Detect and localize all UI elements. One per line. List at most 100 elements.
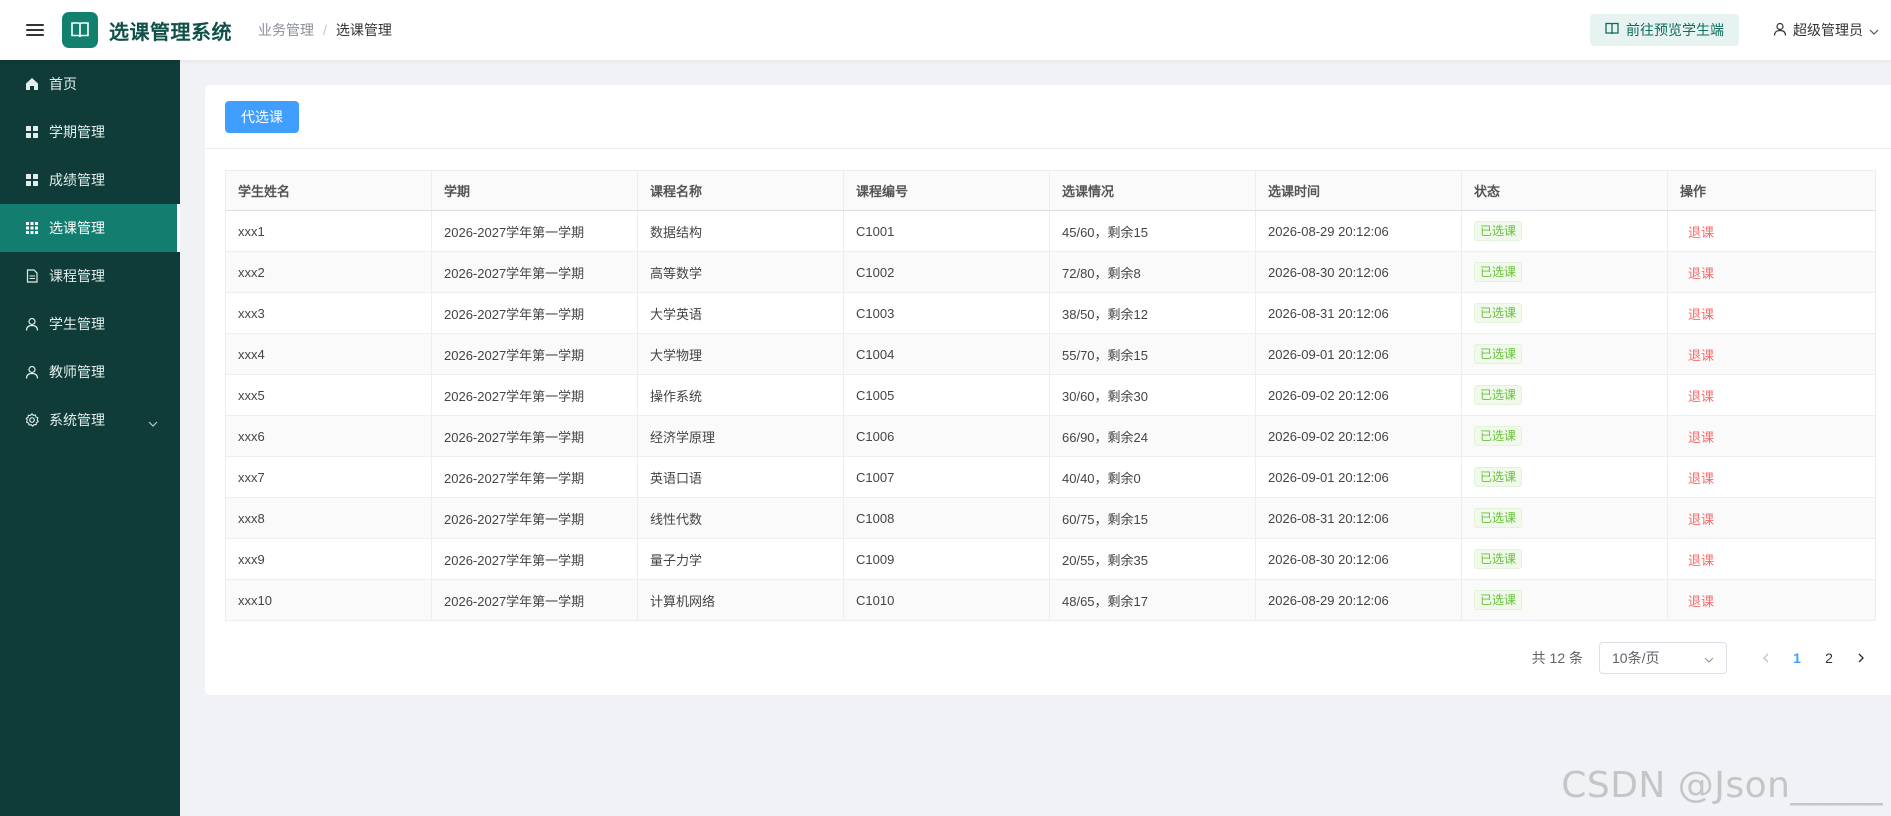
sidebar-item-label: 成绩管理 [49, 172, 105, 188]
drop-course-button[interactable]: 退课 [1688, 430, 1714, 445]
preview-student-button[interactable]: 前往预览学生端 [1590, 14, 1739, 46]
breadcrumb: 业务管理 / 选课管理 [258, 20, 392, 40]
action-cell: 退课 [1667, 456, 1876, 498]
selection-time-cell: 2026-08-30 20:12:06 [1255, 538, 1462, 580]
sidebar-item-label: 系统管理 [49, 412, 105, 428]
page-size-select[interactable]: 10条/页 [1599, 642, 1727, 674]
student-name-cell: xxx9 [225, 538, 432, 580]
prev-page-button[interactable] [1749, 642, 1781, 674]
chevron-down-icon [148, 414, 158, 430]
chevron-right-icon [1858, 653, 1864, 663]
status-badge: 已选课 [1474, 426, 1523, 446]
course-name-cell: 线性代数 [637, 497, 844, 539]
user-name: 超级管理员 [1793, 22, 1863, 38]
document-icon [24, 268, 40, 284]
breadcrumb-separator: / [323, 22, 327, 38]
term-cell: 2026-2027学年第一学期 [431, 497, 638, 539]
table-row: xxx6 2026-2027学年第一学期 经济学原理 C1006 66/90，剩余24 2… [225, 415, 1876, 457]
column-header: 课程名称 [637, 170, 844, 211]
sidebar-item-system[interactable]: 系统管理 [0, 396, 180, 444]
drop-course-button[interactable]: 退课 [1688, 471, 1714, 486]
course-code-cell: C1002 [843, 251, 1050, 293]
term-cell: 2026-2027学年第一学期 [431, 292, 638, 334]
apps-icon [24, 220, 40, 236]
sidebar: 首页 学期管理 成绩管理 选课管理 课程管理 学生管理 教师管理 系统管理 [0, 60, 180, 816]
enrollment-cell: 40/40，剩余0 [1049, 456, 1256, 498]
term-cell: 2026-2027学年第一学期 [431, 333, 638, 375]
course-name-cell: 计算机网络 [637, 579, 844, 621]
drop-course-button[interactable]: 退课 [1688, 348, 1714, 363]
column-header: 状态 [1461, 170, 1668, 211]
page-number-button[interactable]: 2 [1813, 642, 1845, 674]
next-page-button[interactable] [1845, 642, 1877, 674]
status-badge: 已选课 [1474, 303, 1523, 323]
course-code-cell: C1007 [843, 456, 1050, 498]
sidebar-item-teachers[interactable]: 教师管理 [0, 348, 180, 396]
drop-course-button[interactable]: 退课 [1688, 389, 1714, 404]
course-code-cell: C1001 [843, 210, 1050, 252]
status-cell: 已选课 [1461, 292, 1668, 334]
course-name-cell: 操作系统 [637, 374, 844, 416]
user-menu[interactable]: 超级管理员 [1773, 20, 1879, 40]
gear-icon [24, 412, 40, 428]
sidebar-item-course-selection[interactable]: 选课管理 [0, 204, 180, 252]
status-badge: 已选课 [1474, 549, 1523, 569]
drop-course-button[interactable]: 退课 [1688, 594, 1714, 609]
sidebar-item-label: 课程管理 [49, 268, 105, 284]
selection-time-cell: 2026-08-29 20:12:06 [1255, 210, 1462, 252]
status-badge: 已选课 [1474, 590, 1523, 610]
menu-toggle-icon[interactable] [26, 21, 44, 39]
status-badge: 已选课 [1474, 467, 1523, 487]
sidebar-item-grades[interactable]: 成绩管理 [0, 156, 180, 204]
drop-course-button[interactable]: 退课 [1688, 307, 1714, 322]
student-name-cell: xxx1 [225, 210, 432, 252]
grid-icon [24, 172, 40, 188]
status-badge: 已选课 [1474, 262, 1523, 282]
status-badge: 已选课 [1474, 508, 1523, 528]
breadcrumb-item[interactable]: 业务管理 [258, 20, 314, 40]
student-name-cell: xxx6 [225, 415, 432, 457]
selection-time-cell: 2026-08-31 20:12:06 [1255, 292, 1462, 334]
drop-course-button[interactable]: 退课 [1688, 553, 1714, 568]
enrollment-cell: 30/60，剩余30 [1049, 374, 1256, 416]
book-logo-icon [62, 12, 98, 48]
selection-time-cell: 2026-09-02 20:12:06 [1255, 415, 1462, 457]
sidebar-item-term[interactable]: 学期管理 [0, 108, 180, 156]
drop-course-button[interactable]: 退课 [1688, 512, 1714, 527]
term-cell: 2026-2027学年第一学期 [431, 538, 638, 580]
drop-course-button[interactable]: 退课 [1688, 225, 1714, 240]
sidebar-item-courses[interactable]: 课程管理 [0, 252, 180, 300]
enrollment-cell: 20/55，剩余35 [1049, 538, 1256, 580]
pagination-total: 共 12 条 [1531, 650, 1583, 666]
sidebar-item-label: 选课管理 [49, 220, 105, 236]
enrollment-cell: 55/70，剩余15 [1049, 333, 1256, 375]
term-cell: 2026-2027学年第一学期 [431, 579, 638, 621]
course-code-cell: C1003 [843, 292, 1050, 334]
status-badge: 已选课 [1474, 385, 1523, 405]
proxy-select-button[interactable]: 代选课 [225, 100, 299, 133]
chevron-down-icon [1704, 650, 1714, 666]
enrollment-cell: 72/80，剩余8 [1049, 251, 1256, 293]
action-cell: 退课 [1667, 210, 1876, 252]
term-cell: 2026-2027学年第一学期 [431, 251, 638, 293]
breadcrumb-current: 选课管理 [335, 22, 392, 38]
course-code-cell: C1009 [843, 538, 1050, 580]
grid-icon [24, 124, 40, 140]
student-name-cell: xxx10 [225, 579, 432, 621]
sidebar-item-home[interactable]: 首页 [0, 60, 180, 108]
column-header: 选课时间 [1255, 170, 1462, 211]
term-cell: 2026-2027学年第一学期 [431, 456, 638, 498]
enrollment-cell: 45/60，剩余15 [1049, 210, 1256, 252]
sidebar-item-students[interactable]: 学生管理 [0, 300, 180, 348]
action-cell: 退课 [1667, 497, 1876, 539]
course-code-cell: C1008 [843, 497, 1050, 539]
action-cell: 退课 [1667, 579, 1876, 621]
header-actions: 前往预览学生端 超级管理员 [1590, 14, 1891, 46]
drop-course-button[interactable]: 退课 [1688, 266, 1714, 281]
status-cell: 已选课 [1461, 374, 1668, 416]
page-number-button[interactable]: 1 [1781, 642, 1813, 674]
status-badge: 已选课 [1474, 344, 1523, 364]
student-name-cell: xxx7 [225, 456, 432, 498]
status-cell: 已选课 [1461, 538, 1668, 580]
sidebar-item-label: 教师管理 [49, 364, 105, 380]
